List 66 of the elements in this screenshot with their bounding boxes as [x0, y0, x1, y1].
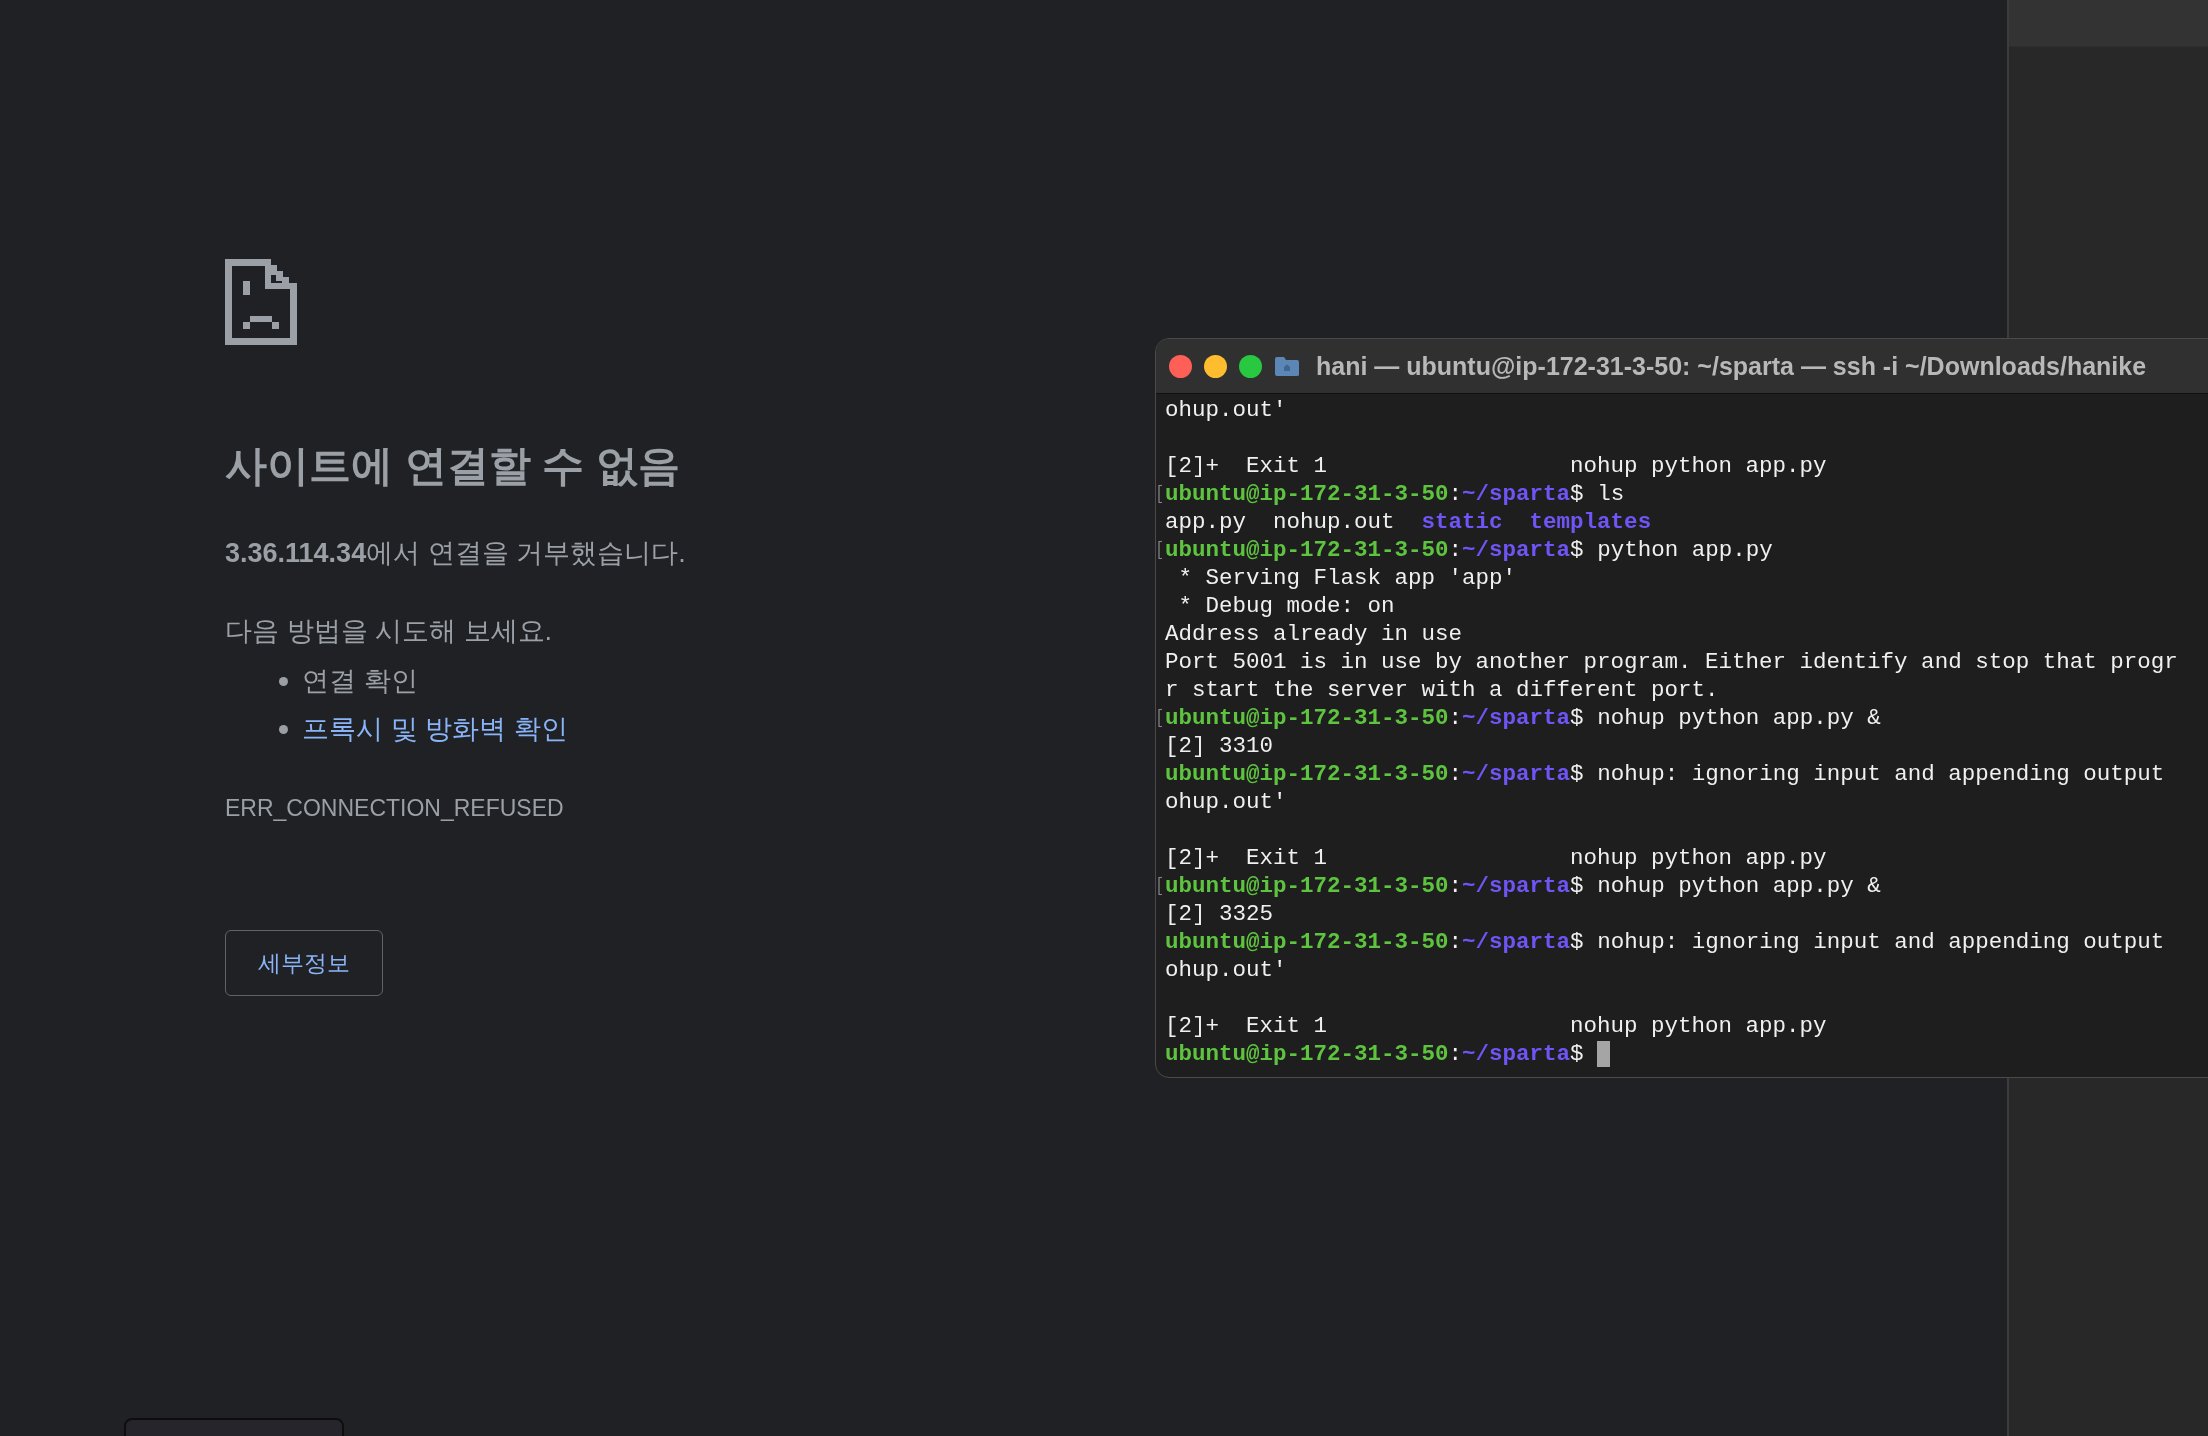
- prompt-symbol: $: [1570, 929, 1584, 955]
- terminal-output: [2]+ Exit 1 nohup python app.py: [1165, 453, 1827, 479]
- terminal-output: [2] 3310: [1165, 733, 1274, 759]
- directory-name: templates: [1529, 509, 1652, 535]
- terminal-title: hani — ubuntu@ip-172-31-3-50: ~/sparta — ssh -i ~/Downloads/hanike: [1316, 351, 2147, 381]
- terminal-output: ohup.out': [1165, 397, 1287, 423]
- bullet-icon: [279, 724, 288, 734]
- prompt-user: ubuntu@ip-172-31-3-50: [1165, 705, 1449, 731]
- terminal-output: * Serving Flask app 'app': [1177, 565, 1517, 591]
- prompt-symbol: $: [1570, 481, 1584, 507]
- file-name: app.py: [1165, 509, 1246, 535]
- suggestion-link[interactable]: 프록시 및 방화벽 확인: [302, 711, 568, 748]
- prompt-path: ~/sparta: [1462, 761, 1571, 787]
- minimize-button[interactable]: [1204, 354, 1227, 378]
- prompt-separator: :: [1448, 537, 1463, 563]
- prompt-user: ubuntu@ip-172-31-3-50: [1165, 481, 1449, 507]
- terminal-output: ohup.out': [1165, 789, 1287, 815]
- prompt-separator: :: [1448, 1041, 1463, 1067]
- prompt-path: ~/sparta: [1462, 929, 1571, 955]
- terminal-command: nohup: ignoring input and appending output: [1597, 929, 2165, 955]
- prompt-separator: :: [1448, 761, 1463, 787]
- prompt-user: ubuntu@ip-172-31-3-50: [1165, 761, 1449, 787]
- terminal-output: Port 5001 is in use by another program. Either identify and stop that progr: [1165, 649, 2178, 675]
- prompt-symbol: $: [1570, 761, 1584, 787]
- error-code: ERR_CONNECTION_REFUSED: [225, 795, 564, 823]
- terminal-output: [2] 3325: [1165, 901, 1274, 927]
- prompt-user: ubuntu@ip-172-31-3-50: [1165, 873, 1449, 899]
- prompt-symbol: $: [1570, 873, 1584, 899]
- prompt-separator: :: [1448, 481, 1463, 507]
- prompt-separator: :: [1448, 929, 1463, 955]
- prompt-user: ubuntu@ip-172-31-3-50: [1165, 1041, 1449, 1067]
- terminal-command: ls: [1597, 481, 1625, 507]
- terminal-output: r start the server with a different port.: [1165, 677, 1719, 703]
- close-button[interactable]: [1169, 354, 1192, 378]
- prompt-path: ~/sparta: [1462, 1041, 1571, 1067]
- prompt-user: ubuntu@ip-172-31-3-50: [1165, 537, 1449, 563]
- suggestion-heading: 다음 방법을 시도해 보세요.: [225, 615, 552, 649]
- terminal-output: ohup.out': [1165, 957, 1287, 983]
- terminal-command: nohup: ignoring input and appending output: [1597, 761, 2165, 787]
- zoom-button[interactable]: [1239, 354, 1262, 378]
- prompt-path: ~/sparta: [1462, 481, 1571, 507]
- prompt-user: ubuntu@ip-172-31-3-50: [1165, 929, 1449, 955]
- prompt-separator: :: [1448, 873, 1463, 899]
- terminal-output: * Debug mode: on: [1177, 593, 1395, 619]
- terminal-output: [2]+ Exit 1 nohup python app.py: [1165, 845, 1827, 871]
- terminal-command: nohup python app.py &: [1597, 873, 1881, 899]
- bullet-icon: [279, 676, 288, 686]
- prompt-symbol: $: [1570, 1041, 1584, 1067]
- error-title: 사이트에 연결할 수 없음: [225, 441, 680, 491]
- prompt-symbol: $: [1570, 537, 1584, 563]
- prompt-path: ~/sparta: [1462, 537, 1571, 563]
- broken-page-icon: [225, 259, 298, 345]
- prompt-path: ~/sparta: [1462, 873, 1571, 899]
- terminal-output: [2]+ Exit 1 nohup python app.py: [1165, 1013, 1827, 1039]
- folder-icon: [1274, 355, 1300, 377]
- details-button[interactable]: 세부정보: [225, 930, 383, 997]
- terminal-command: python app.py: [1597, 537, 1773, 563]
- error-message: 3.36.114.34에서 연결을 거부했습니다.: [225, 537, 686, 571]
- prompt-separator: :: [1448, 705, 1463, 731]
- terminal-output: Address already in use: [1165, 621, 1463, 647]
- prompt-symbol: $: [1570, 705, 1584, 731]
- prompt-path: ~/sparta: [1462, 705, 1571, 731]
- file-name: nohup.out: [1273, 509, 1395, 535]
- terminal-command: nohup python app.py &: [1597, 705, 1881, 731]
- suggestion-text: 연결 확인: [302, 665, 418, 699]
- directory-name: static: [1421, 509, 1503, 535]
